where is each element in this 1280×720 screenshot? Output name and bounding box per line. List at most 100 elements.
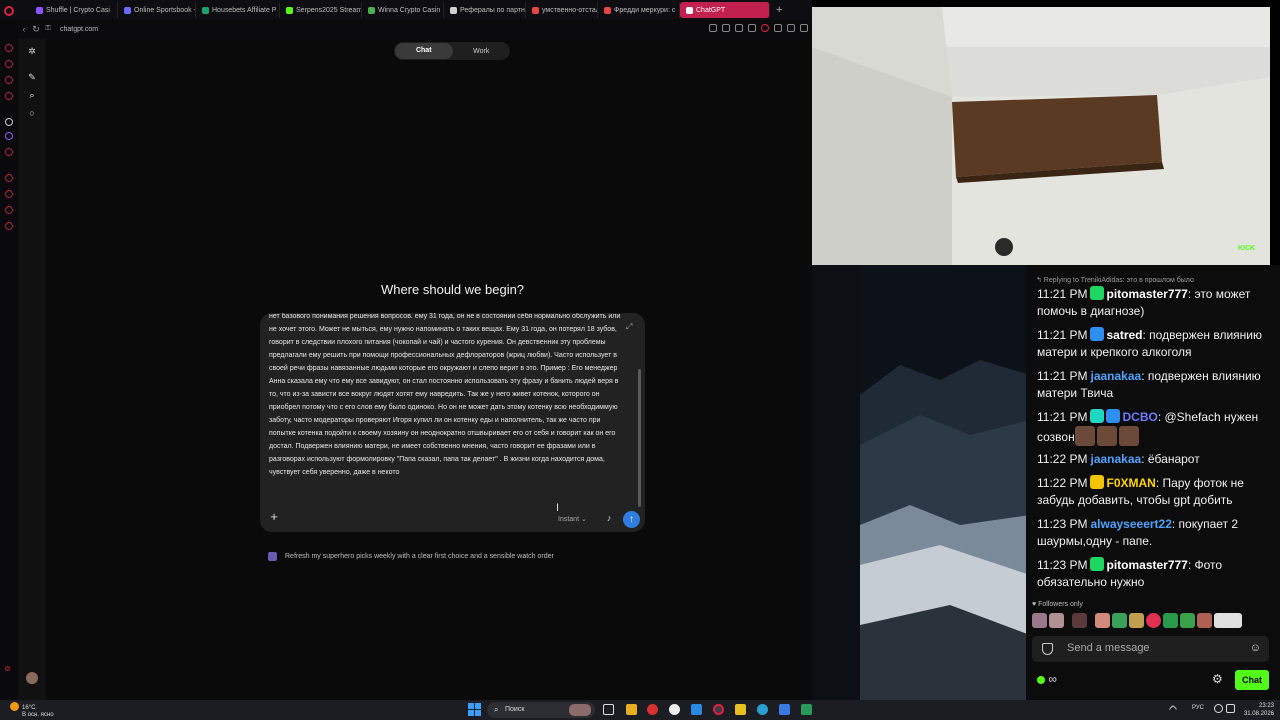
app-icon[interactable] — [647, 704, 658, 715]
emote[interactable] — [1129, 613, 1144, 628]
user-badge-icon[interactable] — [1090, 557, 1105, 571]
extension-icon[interactable] — [735, 24, 743, 32]
points-indicator[interactable]: ∞ — [1037, 672, 1057, 686]
extension-icon[interactable] — [774, 24, 782, 32]
attach-button[interactable]: + — [268, 510, 280, 523]
weather-widget[interactable]: 16°C В осн. ясно — [10, 702, 54, 719]
telegram-icon[interactable] — [757, 704, 768, 715]
message-username[interactable]: jaanakaa — [1090, 452, 1141, 466]
yandex-icon[interactable] — [669, 704, 680, 715]
opera-sidebar-icon[interactable] — [5, 222, 13, 230]
opera-logo-icon[interactable] — [4, 6, 14, 16]
send-button[interactable]: ↑ — [623, 511, 640, 528]
volume-icon[interactable] — [1226, 704, 1235, 713]
openai-logo-icon[interactable]: ✲ — [27, 46, 37, 56]
app-icon[interactable] — [801, 704, 812, 715]
message-username[interactable]: DCBO — [1122, 410, 1157, 424]
taskbar-search[interactable]: ⌕ Поиск — [487, 702, 595, 718]
shield-icon[interactable] — [1042, 643, 1053, 655]
extension-icon[interactable] — [748, 24, 756, 32]
emoji-icon[interactable]: ☺ — [1250, 642, 1261, 654]
emote[interactable] — [1096, 426, 1117, 446]
message-username[interactable]: jaanakaa — [1090, 369, 1141, 383]
extension-icon[interactable] — [761, 24, 769, 32]
tray-chevron-icon[interactable] — [1168, 704, 1178, 714]
prompt-textarea[interactable]: нет базового понимания решения вопросов.… — [269, 313, 621, 510]
extension-icon[interactable] — [722, 24, 730, 32]
user-badge-icon[interactable] — [1090, 409, 1105, 423]
file-explorer-icon[interactable] — [626, 704, 637, 715]
opera-sidebar-icon[interactable] — [5, 118, 13, 126]
model-select[interactable]: Instant ⌄ — [558, 515, 587, 523]
emote[interactable] — [1146, 613, 1161, 628]
chat-send-button[interactable]: Chat — [1235, 670, 1269, 690]
back-icon[interactable]: ‹ — [18, 24, 30, 34]
emote[interactable] — [1095, 613, 1110, 628]
opera-icon[interactable] — [713, 704, 724, 715]
user-badge-icon[interactable] — [1090, 327, 1105, 341]
app-icon[interactable] — [779, 704, 790, 715]
browser-tab[interactable]: Housebets Affiliate P — [196, 2, 280, 18]
browser-tab[interactable]: Online Sportsbook - — [118, 2, 196, 18]
mode-work-button[interactable]: Work — [453, 48, 511, 55]
app-icon[interactable] — [691, 704, 702, 715]
reload-icon[interactable]: ↻ — [30, 24, 42, 35]
emote[interactable] — [1072, 613, 1087, 628]
expand-icon[interactable]: ⤢ — [626, 323, 634, 331]
user-badge-icon[interactable] — [1106, 409, 1121, 423]
composer-scrollbar[interactable] — [638, 369, 641, 507]
clock[interactable]: 23:23 31.08.2026 — [1244, 702, 1274, 718]
emote[interactable] — [1112, 613, 1127, 628]
start-button[interactable] — [468, 703, 481, 716]
opera-sidebar-icon[interactable] — [5, 148, 13, 156]
user-badge-icon[interactable] — [1090, 286, 1105, 300]
wifi-icon[interactable] — [1214, 704, 1223, 713]
avatar[interactable] — [26, 672, 38, 684]
opera-sidebar-icon[interactable] — [5, 92, 13, 100]
url-field[interactable]: chatgpt.com — [60, 26, 98, 33]
emote[interactable] — [1118, 426, 1139, 446]
opera-sidebar-icon[interactable] — [5, 206, 13, 214]
emote[interactable] — [1049, 613, 1064, 628]
new-chat-icon[interactable]: ✎ — [27, 72, 37, 82]
emote[interactable] — [1214, 613, 1242, 628]
browser-tab[interactable]: Фредди меркури: с — [598, 2, 680, 18]
message-username[interactable]: satred — [1106, 328, 1142, 342]
twitch-icon[interactable] — [5, 132, 13, 140]
opera-sidebar-icon[interactable] — [5, 60, 13, 68]
browser-tab[interactable]: Рефералы по партн — [444, 2, 526, 18]
user-badge-icon[interactable] — [1090, 475, 1105, 489]
emote[interactable] — [1074, 426, 1095, 446]
language-indicator[interactable]: РУС — [1192, 705, 1204, 711]
emote[interactable] — [1180, 613, 1195, 628]
browser-tab[interactable]: Winna Crypto Casin — [362, 2, 444, 18]
mode-chat-button[interactable]: Chat — [395, 43, 453, 59]
browser-tab[interactable]: умственно-отстал — [526, 2, 598, 18]
emote[interactable] — [1032, 613, 1047, 628]
download-icon[interactable] — [800, 24, 808, 32]
browser-tab[interactable]: Serpens2025 Stream — [280, 2, 362, 18]
microphone-icon[interactable]: ♪ — [605, 513, 613, 523]
opera-sidebar-icon[interactable] — [5, 666, 10, 671]
chat-message-input[interactable]: Send a message ☺ — [1032, 636, 1269, 662]
message-username[interactable]: alwayseeert22 — [1090, 517, 1171, 531]
emote[interactable] — [1163, 613, 1178, 628]
extension-icon[interactable] — [787, 24, 795, 32]
browser-tab[interactable]: ChatGPT — [680, 2, 770, 18]
message-username[interactable]: pitomaster777 — [1106, 558, 1187, 572]
opera-sidebar-icon[interactable] — [5, 44, 13, 52]
opera-sidebar-icon[interactable] — [5, 76, 13, 84]
search-icon[interactable]: ⌕ — [27, 90, 37, 100]
emote[interactable] — [1197, 613, 1212, 628]
opera-sidebar-icon[interactable] — [5, 190, 13, 198]
opera-sidebar-icon[interactable] — [5, 174, 13, 182]
app-icon[interactable] — [735, 704, 746, 715]
message-username[interactable]: pitomaster777 — [1106, 287, 1187, 301]
suggestion-item[interactable]: Refresh my superhero picks weekly with a… — [268, 552, 554, 561]
chat-settings-icon[interactable]: ⚙ — [1212, 672, 1223, 686]
new-tab-button[interactable]: + — [770, 4, 788, 16]
message-username[interactable]: F0XMAN — [1106, 476, 1155, 490]
extension-icon[interactable] — [709, 24, 717, 32]
chats-icon[interactable]: ○ — [27, 108, 37, 118]
task-view-icon[interactable] — [603, 704, 614, 715]
